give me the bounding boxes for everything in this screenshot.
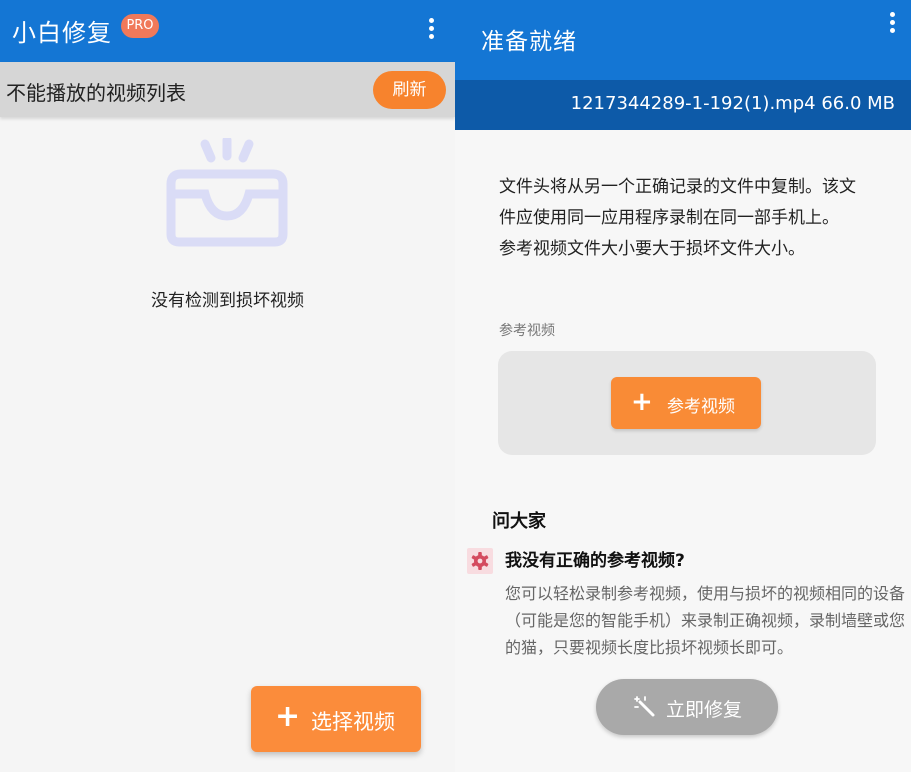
top-app-bar: 准备就绪: [455, 0, 911, 80]
instruction-text: 文件头将从另一个正确记录的文件中复制。该文件应使用同一应用程序录制在同一部手机上…: [499, 177, 856, 228]
magic-wand-icon: [634, 696, 655, 717]
reference-video-label: 参考视频: [499, 323, 555, 339]
faq-question[interactable]: 我没有正确的参考视频?: [505, 546, 685, 571]
select-video-label: 选择视频: [311, 710, 395, 734]
more-vert-icon[interactable]: [889, 12, 895, 36]
empty-inbox-icon: [166, 138, 288, 247]
repair-screen: 准备就绪 1217344289-1-192(1).mp4 66.0 MB 文件头…: [455, 0, 911, 772]
faq-answer: 您可以轻松录制参考视频，使用与损坏的视频相同的设备（可能是您的智能手机）来录制正…: [505, 584, 906, 657]
gear-icon: [467, 548, 493, 574]
instructions: 文件头将从另一个正确记录的文件中复制。该文件应使用同一应用程序录制在同一部手机上…: [499, 172, 864, 265]
refresh-button[interactable]: 刷新: [373, 71, 446, 109]
app-title: 小白修复: [12, 19, 112, 47]
reference-video-button[interactable]: + 参考视频: [611, 377, 761, 429]
list-header: 不能播放的视频列表 刷新: [0, 62, 455, 117]
plus-icon: +: [275, 699, 301, 734]
page-title: 准备就绪: [481, 29, 577, 55]
size-requirement-text: 参考视频文件大小要大于损坏文件大小。: [499, 239, 805, 259]
plus-icon: +: [631, 387, 653, 417]
faq-section-title: 问大家: [492, 511, 546, 532]
empty-state-text: 没有检测到损坏视频: [151, 291, 304, 311]
more-vert-icon[interactable]: [428, 18, 434, 42]
reference-video-button-label: 参考视频: [667, 397, 735, 417]
pro-badge: PRO: [121, 14, 159, 38]
home-screen: 小白修复 PRO 不能播放的视频列表 刷新 没有检测到损坏视频 + 选择视频: [0, 0, 455, 772]
reference-video-card: + 参考视频: [498, 351, 876, 455]
top-app-bar: 小白修复 PRO: [0, 0, 455, 62]
fix-now-button[interactable]: 立即修复: [596, 679, 778, 735]
file-info-bar: 1217344289-1-192(1).mp4 66.0 MB: [455, 80, 911, 130]
select-video-button[interactable]: + 选择视频: [251, 686, 421, 752]
list-header-title: 不能播放的视频列表: [6, 81, 186, 105]
fix-now-label: 立即修复: [666, 699, 743, 721]
file-info: 1217344289-1-192(1).mp4 66.0 MB: [570, 93, 895, 114]
